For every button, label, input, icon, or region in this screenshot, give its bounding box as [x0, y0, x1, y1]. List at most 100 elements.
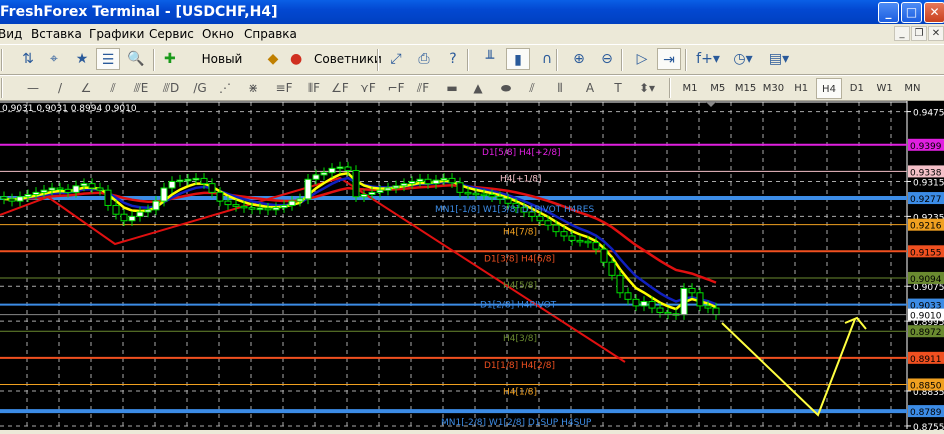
experts-button[interactable]: ● Советники [287, 48, 382, 70]
menu-help[interactable]: Справка [244, 24, 297, 44]
candle-body [56, 187, 64, 191]
fibo-fan-icon[interactable]: ∠F [328, 77, 352, 99]
candle-body [128, 215, 136, 222]
forecast-arrow[interactable] [721, 318, 856, 417]
gann-grid-icon[interactable]: ⋇ [241, 77, 265, 99]
timeframe-h1-button[interactable]: H1 [788, 78, 814, 99]
candle-chart-icon[interactable]: ▮ [506, 48, 530, 70]
price-label: 0.8911 [910, 355, 942, 365]
menu-insert[interactable]: Вставка [31, 24, 82, 44]
profiles-icon[interactable]: ⇅ [16, 48, 40, 70]
menu-view[interactable]: Вид [0, 24, 22, 44]
maximize-button[interactable]: □ [901, 2, 922, 23]
toolbar-separator [377, 49, 379, 71]
horizontal-line-icon[interactable]: — [21, 77, 45, 99]
channel-icon[interactable]: ⫽ [101, 77, 125, 99]
level-text: H4[5/8] [503, 281, 537, 291]
price-label: 0.9338 [910, 168, 942, 178]
timeframe-m30-button[interactable]: M30 [760, 78, 786, 99]
menu-charts[interactable]: Графики [89, 24, 144, 44]
timeframe-h4-button[interactable]: H4 [816, 78, 842, 99]
equidistant-channel-icon[interactable]: ⫻E [129, 77, 153, 99]
candle [392, 180, 400, 194]
level-text: H4[7/8] [503, 228, 537, 238]
candle [184, 174, 192, 186]
candle [616, 270, 624, 299]
toolbar-handle[interactable] [1, 78, 3, 98]
fibo-timezones-icon[interactable]: ⦀F [302, 77, 326, 99]
cycle-lines-icon[interactable]: ⦀ [548, 77, 572, 99]
minimize-button[interactable]: _ [878, 2, 899, 23]
timeframe-d1-button[interactable]: D1 [844, 78, 870, 99]
text-label-icon[interactable]: T [606, 77, 630, 99]
menu-window[interactable]: Окно [202, 24, 234, 44]
stddev-channel-icon[interactable]: ⫻D [159, 77, 183, 99]
zoom-out-icon[interactable]: ⊖ [595, 48, 619, 70]
level-text: H4[+1/8] [500, 174, 542, 184]
fibo-expansion-icon[interactable]: ⌐F [384, 77, 408, 99]
timeframe-m5-button[interactable]: M5 [705, 78, 731, 99]
timeframe-w1-button[interactable]: W1 [872, 78, 898, 99]
candle-body [104, 189, 112, 206]
toolbar-handle[interactable] [1, 49, 3, 71]
timeframe-mn-button[interactable]: MN [899, 78, 925, 99]
autoscroll-icon[interactable]: ▷ [630, 48, 654, 70]
zoom-in-icon[interactable]: ⊕ [567, 48, 591, 70]
menu-tools[interactable]: Сервис [149, 24, 194, 44]
candle-body [336, 166, 344, 170]
help-icon[interactable]: ? [441, 48, 465, 70]
close-button[interactable]: ✕ [924, 2, 944, 23]
print-icon[interactable]: ⎙ [412, 48, 436, 70]
andrews-pitchfork-icon[interactable]: ⫽ [520, 77, 544, 99]
fullscreen-icon[interactable]: ⤢ [384, 48, 408, 70]
indicators-icon[interactable]: f+▾ [692, 48, 724, 70]
candle-body [48, 187, 56, 191]
candle-body [272, 207, 280, 211]
candle [120, 208, 128, 226]
mdi-close-button[interactable]: ✕ [928, 26, 944, 41]
crosshair-icon[interactable]: ⌖ [42, 48, 66, 70]
gann-line-icon[interactable]: /G [188, 77, 212, 99]
candle-body [568, 235, 576, 241]
bar-chart-icon[interactable]: ╨ [478, 48, 502, 70]
chart-shift-marker[interactable] [706, 102, 716, 107]
timeframe-m15-button[interactable]: M15 [733, 78, 759, 99]
timeframe-m1-button[interactable]: M1 [677, 78, 703, 99]
periods-icon[interactable]: ◷▾ [727, 48, 759, 70]
fibo-channel-icon[interactable]: ⫽F [411, 77, 435, 99]
triangle-icon[interactable]: ▲ [466, 77, 490, 99]
text-icon[interactable]: A [578, 77, 602, 99]
candle-body [432, 179, 440, 185]
candle-body [16, 196, 24, 202]
candle [8, 193, 16, 207]
fibo-arcs-icon[interactable]: ⋎F [356, 77, 380, 99]
templates-icon[interactable]: ▤▾ [763, 48, 795, 70]
gann-fan-icon[interactable]: ⋰ [213, 77, 237, 99]
trend-by-angle-icon[interactable]: ∠ [74, 77, 98, 99]
candle-body [288, 200, 296, 206]
mdi-minimize-button[interactable]: _ [894, 26, 910, 41]
arrows-icon[interactable]: ⬍▾ [635, 77, 659, 99]
price-label: 0.8972 [910, 328, 942, 338]
candle-body [8, 198, 16, 202]
window-title: FreshForex Terminal - [USDCHF,H4] [0, 4, 278, 20]
fibo-retracement-icon[interactable]: ≡F [272, 77, 296, 99]
candle [104, 184, 112, 211]
rectangle-icon[interactable]: ▬ [440, 77, 464, 99]
alert-icon[interactable]: ◆ [262, 48, 284, 70]
chart-canvas[interactable]: 0.94750.93150.92350.90750.89950.88350.87… [0, 101, 944, 433]
ellipse-icon[interactable]: ⬬ [494, 77, 518, 99]
candle-body [88, 183, 96, 189]
price-label: 0.9155 [910, 248, 942, 258]
chart-shift-icon[interactable]: ⇥ [657, 48, 681, 70]
candle-body [600, 248, 608, 263]
trendline-icon[interactable]: / [48, 77, 72, 99]
new-order-button[interactable]: ✚Новый Ордер [160, 48, 260, 88]
data-window-icon[interactable]: 🔍 [124, 48, 148, 70]
chart-area[interactable]: 0.9475 0.9315 0.9235 0.9075 0.8995 0.8835 0.87… [0, 101, 944, 433]
candle-body [480, 193, 488, 197]
mdi-restore-button[interactable]: ❐ [911, 26, 927, 41]
navigator-icon[interactable]: ★ [70, 48, 94, 70]
candle [128, 211, 136, 226]
market-watch-icon[interactable]: ☰ [96, 48, 120, 70]
